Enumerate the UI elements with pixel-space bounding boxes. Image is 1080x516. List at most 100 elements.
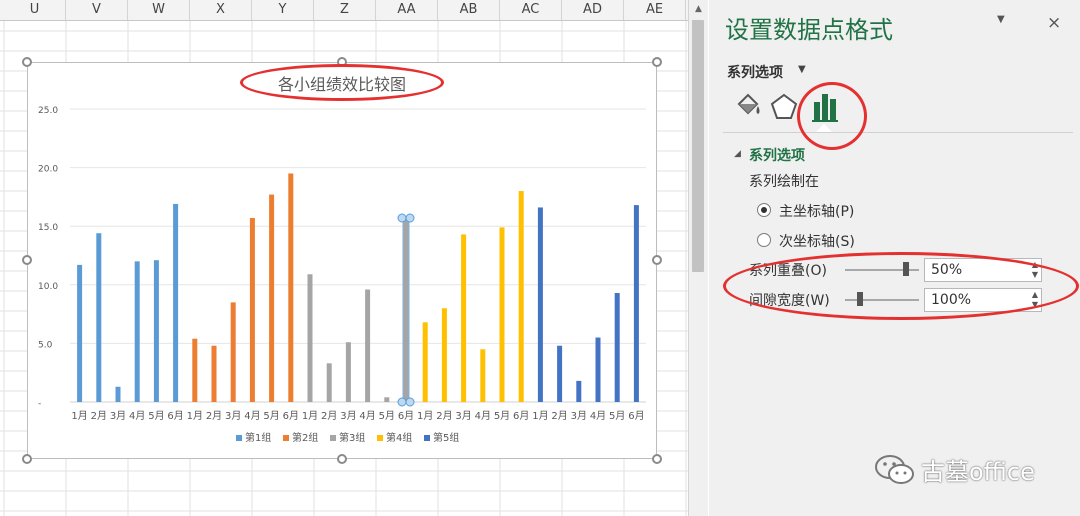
legend-entry[interactable]: 第2组 (292, 431, 318, 444)
bar-1-4[interactable] (134, 261, 140, 402)
scroll-thumb[interactable] (692, 20, 704, 272)
column-header-ac[interactable]: AC (500, 0, 562, 20)
bar-3-2[interactable] (326, 363, 332, 402)
column-header-z[interactable]: Z (314, 0, 376, 20)
column-header-u[interactable]: U (4, 0, 66, 20)
legend-entry[interactable]: 第1组 (245, 431, 271, 444)
bar-3-5[interactable] (384, 397, 390, 402)
x-tick-label: 4月 (129, 410, 145, 422)
x-tick-label: 5月 (494, 410, 510, 422)
bar-4-5[interactable] (499, 227, 505, 402)
x-tick-label: 5月 (148, 410, 164, 422)
y-tick-label: 15.0 (38, 223, 58, 233)
resize-handle-bottom[interactable] (337, 454, 347, 464)
legend-swatch (236, 435, 242, 441)
bar-5-2[interactable] (557, 345, 563, 402)
bar-5-4[interactable] (595, 337, 601, 402)
legend-entry[interactable]: 第5组 (433, 431, 459, 444)
bar-2-6[interactable] (288, 173, 294, 402)
resize-handle-left[interactable] (22, 255, 32, 265)
point-selection-handle[interactable] (397, 213, 407, 223)
bar-5-5[interactable] (614, 293, 620, 402)
column-header-ab[interactable]: AB (438, 0, 500, 20)
x-tick-label: 5月 (609, 410, 625, 422)
collapse-triangle-icon[interactable]: ◢ (734, 149, 741, 159)
y-tick-label: - (38, 399, 41, 409)
caret-down-icon[interactable]: ▼ (798, 64, 806, 75)
bar-5-6[interactable] (633, 205, 639, 402)
legend-swatch (424, 435, 430, 441)
chevron-down-icon[interactable]: ▼ (997, 14, 1005, 25)
bar-4-1[interactable] (422, 322, 428, 402)
column-header-aa[interactable]: AA (376, 0, 438, 20)
resize-handle-top-right[interactable] (652, 57, 662, 67)
legend-swatch (330, 435, 336, 441)
format-data-point-pane: 设置数据点格式 ▼ × 系列选项 ▼ ◢ 系列选项 系列绘制在 主坐标轴(P) … (709, 0, 1080, 516)
spreadsheet-grid[interactable]: U V W X Y Z AA AB AC AD AE 各小组绩效比较图 -5.0 10.0 15.0 20… (0, 0, 688, 516)
column-header-v[interactable]: V (66, 0, 128, 20)
bar-2-3[interactable] (230, 302, 236, 402)
resize-handle-bottom-left[interactable] (22, 454, 32, 464)
bar-4-6[interactable] (518, 191, 524, 402)
column-header-bar: U V W X Y Z AA AB AC AD AE (0, 0, 688, 21)
column-header-x[interactable]: X (190, 0, 252, 20)
bar-3-6[interactable] (403, 217, 409, 402)
chart-plot-area[interactable]: -5.010.015.020.025.01月 2月 3月 4月 5月 6月 1月 2月 3月 4月… (28, 63, 658, 460)
bar-2-5[interactable] (269, 194, 275, 402)
effects-pentagon-icon[interactable] (767, 90, 801, 124)
section-title[interactable]: 系列选项 (749, 145, 805, 165)
x-tick-label: 4月 (590, 410, 606, 422)
y-tick-label: 25.0 (38, 106, 58, 116)
legend-entry[interactable]: 第4组 (386, 431, 412, 444)
x-tick-label: 3月 (225, 410, 241, 422)
x-tick-label: 6月 (398, 410, 414, 422)
bar-3-4[interactable] (365, 289, 371, 402)
legend-swatch (377, 435, 383, 441)
title-annotation-ellipse (240, 64, 444, 101)
resize-handle-right[interactable] (652, 255, 662, 265)
x-tick-label: 1月 (532, 410, 548, 422)
close-icon[interactable]: × (1047, 13, 1061, 33)
resize-handle-bottom-right[interactable] (652, 454, 662, 464)
legend-entry[interactable]: 第3组 (339, 431, 365, 444)
primary-axis-label[interactable]: 主坐标轴(P) (779, 201, 854, 221)
bar-3-1[interactable] (307, 274, 313, 402)
bar-3-3[interactable] (345, 342, 351, 402)
bar-4-4[interactable] (480, 349, 486, 402)
bar-1-1[interactable] (77, 264, 83, 402)
column-header-y[interactable]: Y (252, 0, 314, 20)
chart-object[interactable]: 各小组绩效比较图 -5.0 10.0 15.0 20.0 25.0 1月 2月 3月 4月 5月 6… (27, 62, 657, 459)
fill-line-icon[interactable] (731, 90, 765, 124)
point-selection-handle[interactable] (397, 397, 407, 407)
bar-1-3[interactable] (115, 386, 121, 402)
resize-handle-top-left[interactable] (22, 57, 32, 67)
legend-swatch (283, 435, 289, 441)
series-options-menu[interactable]: 系列选项 (727, 62, 783, 82)
point-selection-handle[interactable] (405, 397, 415, 407)
column-header-ad[interactable]: AD (562, 0, 624, 20)
bar-4-3[interactable] (461, 234, 467, 402)
x-tick-label: 2月 (91, 410, 107, 422)
x-tick-label: 2月 (321, 410, 337, 422)
secondary-axis-label[interactable]: 次坐标轴(S) (779, 231, 855, 251)
column-header-w[interactable]: W (128, 0, 190, 20)
bar-1-5[interactable] (153, 260, 159, 402)
bar-1-6[interactable] (173, 203, 179, 402)
bar-5-3[interactable] (576, 380, 582, 402)
bar-2-1[interactable] (192, 338, 198, 402)
y-tick-label: 5.0 (38, 340, 53, 350)
vertical-scrollbar[interactable]: ▲ (688, 0, 708, 516)
x-tick-label: 1月 (71, 410, 87, 422)
bar-2-4[interactable] (249, 217, 255, 402)
x-tick-label: 4月 (475, 410, 491, 422)
bar-2-2[interactable] (211, 345, 217, 402)
bar-4-2[interactable] (441, 308, 447, 402)
scroll-up-icon[interactable]: ▲ (689, 0, 708, 18)
bar-5-1[interactable] (537, 207, 543, 402)
bar-1-2[interactable] (96, 233, 102, 402)
settings-annotation-ellipse (723, 252, 1079, 320)
column-header-ae[interactable]: AE (624, 0, 686, 20)
primary-axis-radio[interactable] (757, 203, 771, 217)
secondary-axis-radio[interactable] (757, 233, 771, 247)
point-selection-handle[interactable] (405, 213, 415, 223)
